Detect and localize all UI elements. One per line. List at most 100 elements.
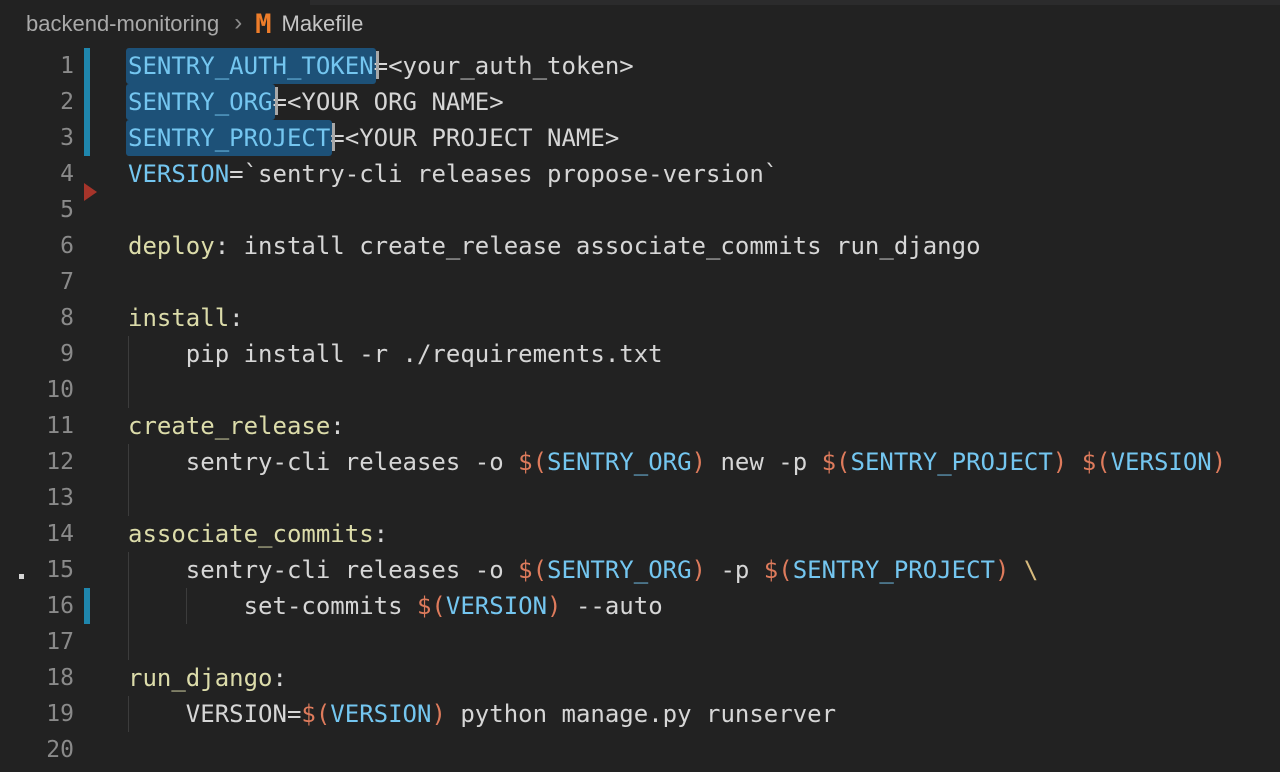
code-token: VERSION xyxy=(330,700,431,728)
text-cursor xyxy=(275,87,278,115)
code-token: $( xyxy=(301,700,330,728)
line-number[interactable]: 2 xyxy=(0,84,74,120)
line-number[interactable]: 3 xyxy=(0,120,74,156)
selected-token: SENTRY_ORG xyxy=(126,84,275,120)
breadcrumb-folder[interactable]: backend-monitoring xyxy=(26,11,219,37)
line-number[interactable]: 7 xyxy=(0,264,74,300)
code-line-content[interactable]: SENTRY_PROJECT=<YOUR PROJECT NAME> xyxy=(128,120,1280,156)
code-line: 13 xyxy=(0,480,1280,516)
code-line-content[interactable]: sentry-cli releases -o $(SENTRY_ORG) -p … xyxy=(128,552,1280,588)
code-line: 9 pip install -r ./requirements.txt xyxy=(0,336,1280,372)
code-line-content[interactable]: VERSION=`sentry-cli releases propose-ver… xyxy=(128,156,1280,192)
chevron-right-icon: › xyxy=(234,11,242,38)
code-line-content[interactable] xyxy=(128,732,1280,768)
code-token: ) xyxy=(1212,448,1226,476)
indent-guide xyxy=(128,552,129,588)
line-number[interactable]: 10 xyxy=(0,372,74,408)
line-number[interactable]: 9 xyxy=(0,336,74,372)
selected-token: SENTRY_PROJECT xyxy=(126,120,332,156)
indent-guide xyxy=(186,588,187,624)
code-line: 3 SENTRY_PROJECT=<YOUR PROJECT NAME> xyxy=(0,120,1280,156)
breadcrumb-file[interactable]: Makefile xyxy=(282,11,364,37)
code-token: =<YOUR ORG NAME> xyxy=(273,88,504,116)
code-token: $( xyxy=(764,556,793,584)
code-line-content[interactable]: deploy: install create_release associate… xyxy=(128,228,1280,264)
code-token: install xyxy=(128,304,229,332)
code-token xyxy=(1009,556,1023,584)
line-number[interactable]: 15 xyxy=(0,552,74,588)
code-token: ) xyxy=(547,592,561,620)
line-number[interactable]: 5 xyxy=(0,192,74,228)
indent-guide xyxy=(128,372,129,408)
line-number[interactable]: 6 xyxy=(0,228,74,264)
code-line-content[interactable] xyxy=(128,480,1280,516)
code-token: $( xyxy=(1082,448,1111,476)
code-line: 16 set-commits $(VERSION) --auto xyxy=(0,588,1280,624)
code-line-content[interactable] xyxy=(128,372,1280,408)
code-token xyxy=(1067,448,1081,476)
code-token: ) xyxy=(995,556,1009,584)
code-line: 4 VERSION=`sentry-cli releases propose-ve… xyxy=(0,156,1280,192)
code-token: =<YOUR PROJECT NAME> xyxy=(330,124,619,152)
code-line: 10 xyxy=(0,372,1280,408)
code-token: $( xyxy=(822,448,851,476)
code-line: 1 SENTRY_AUTH_TOKEN=<your_auth_token> xyxy=(0,48,1280,84)
line-number[interactable]: 20 xyxy=(0,732,74,768)
code-token: ) xyxy=(431,700,445,728)
code-line-content[interactable]: associate_commits: xyxy=(128,516,1280,552)
line-number[interactable]: 19 xyxy=(0,696,74,732)
line-number[interactable]: 18 xyxy=(0,660,74,696)
code-line-content[interactable]: VERSION=$(VERSION) python manage.py runs… xyxy=(128,696,1280,732)
line-number[interactable]: 8 xyxy=(0,300,74,336)
code-line-content[interactable]: run_django: xyxy=(128,660,1280,696)
code-line: 19 VERSION=$(VERSION) python manage.py r… xyxy=(0,696,1280,732)
indent-guide xyxy=(128,480,129,516)
code-token: sentry-cli releases -o xyxy=(128,448,518,476)
code-token: : xyxy=(374,520,388,548)
code-token: pip install -r ./requirements.txt xyxy=(128,340,663,368)
code-line: 18 run_django: xyxy=(0,660,1280,696)
code-token: : xyxy=(229,304,243,332)
code-token: VERSION xyxy=(128,160,229,188)
breadcrumb: backend-monitoring › M Makefile xyxy=(0,0,1280,48)
code-token: SENTRY_PROJECT xyxy=(851,448,1053,476)
code-token: --auto xyxy=(562,592,663,620)
makefile-icon: M xyxy=(255,11,271,38)
code-line-content[interactable]: set-commits $(VERSION) --auto xyxy=(128,588,1280,624)
code-token: run_django xyxy=(128,664,273,692)
modified-lines-indicator xyxy=(84,588,90,624)
line-number[interactable]: 4 xyxy=(0,156,74,192)
line-number[interactable]: 1 xyxy=(0,48,74,84)
code-token: python manage.py runserver xyxy=(446,700,836,728)
deleted-lines-indicator xyxy=(84,183,97,201)
code-line: 15 sentry-cli releases -o $(SENTRY_ORG) … xyxy=(0,552,1280,588)
line-number[interactable]: 13 xyxy=(0,480,74,516)
code-line-content[interactable] xyxy=(128,192,1280,228)
code-line-content[interactable]: create_release: xyxy=(128,408,1280,444)
code-token: SENTRY_PROJECT xyxy=(793,556,995,584)
code-line-content[interactable] xyxy=(128,624,1280,660)
code-line: 7 xyxy=(0,264,1280,300)
code-line-content[interactable] xyxy=(128,264,1280,300)
code-line: 17 xyxy=(0,624,1280,660)
code-token: $( xyxy=(518,448,547,476)
line-number[interactable]: 11 xyxy=(0,408,74,444)
code-token: new -p xyxy=(706,448,822,476)
line-number[interactable]: 14 xyxy=(0,516,74,552)
code-line-content[interactable]: SENTRY_ORG=<YOUR ORG NAME> xyxy=(128,84,1280,120)
line-number[interactable]: 17 xyxy=(0,624,74,660)
code-token: associate_commits xyxy=(128,520,374,548)
code-token: =<your_auth_token> xyxy=(374,52,634,80)
code-line: 20 xyxy=(0,732,1280,768)
code-line: 8 install: xyxy=(0,300,1280,336)
code-line-content[interactable]: sentry-cli releases -o $(SENTRY_ORG) new… xyxy=(128,444,1280,480)
code-token: -p xyxy=(706,556,764,584)
code-line-content[interactable]: install: xyxy=(128,300,1280,336)
code-line-content[interactable]: SENTRY_AUTH_TOKEN=<your_auth_token> xyxy=(128,48,1280,84)
code-editor[interactable]: 1 SENTRY_AUTH_TOKEN=<your_auth_token> 2 SEN… xyxy=(0,48,1280,768)
code-token: set-commits xyxy=(128,592,417,620)
line-number[interactable]: 16 xyxy=(0,588,74,624)
line-number[interactable]: 12 xyxy=(0,444,74,480)
indent-guide xyxy=(128,696,129,732)
code-line-content[interactable]: pip install -r ./requirements.txt xyxy=(128,336,1280,372)
